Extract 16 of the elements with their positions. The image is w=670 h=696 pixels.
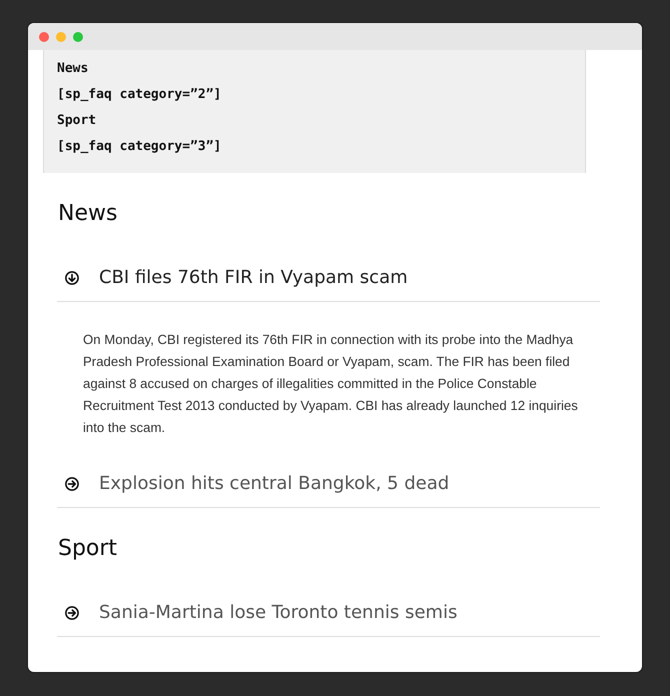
close-icon[interactable] [39,32,49,42]
answer-text: On Monday, CBI registered its 76th FIR in connection with its probe into the Madhya Pradesh Professional Examination Board or Vyapam, scam. The FIR has been filed against 8 accused on charges of illegalities committed in the Police Constable Recruitment Test 2013 conducted by Vyapam. CBI has already launched 12 inquiries into the scam. [83,331,579,437]
faq-question[interactable]: Explosion hits central Bangkok, 5 dead [57,461,600,508]
faq-question[interactable]: Sania-Martina lose Toronto tennis semis [57,590,600,637]
code-line: News [57,60,88,78]
code-line: [sp_faq category=”3”] [57,138,222,156]
section-heading: News [57,200,118,228]
circle-down-arrow-icon [65,271,79,285]
circle-right-arrow-icon [65,606,79,620]
code-line: Sport [57,112,96,130]
circle-right-arrow-icon [65,477,79,491]
minimize-icon[interactable] [56,32,66,42]
zoom-icon[interactable] [73,32,83,42]
faq-question[interactable]: CBI files 76th FIR in Vyapam scam [57,255,600,302]
section-heading: Sport [57,535,118,563]
code-line: [sp_faq category=”2”] [57,86,222,104]
